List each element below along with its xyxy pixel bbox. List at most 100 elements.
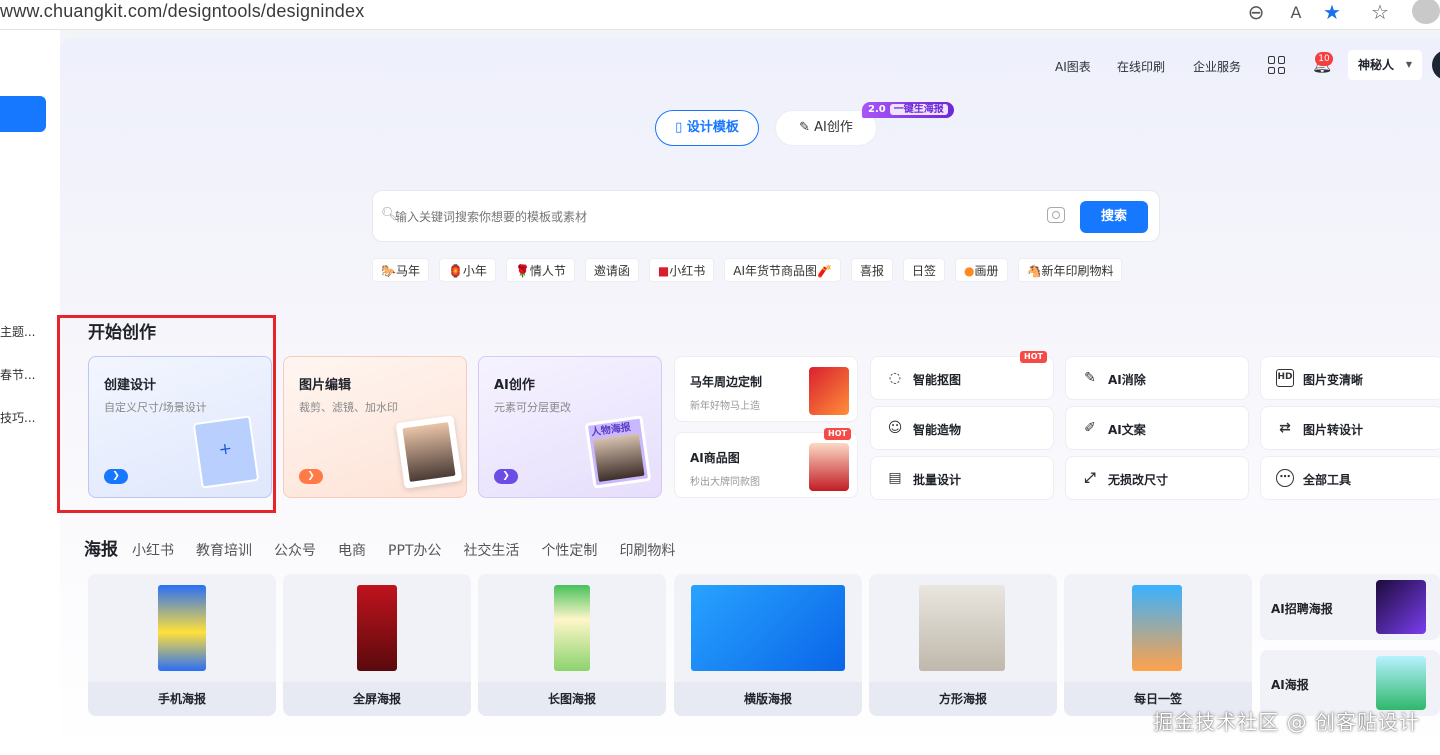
tab-xiaohongshu[interactable]: 小红书 (132, 540, 174, 560)
template-thumbnail (554, 585, 590, 671)
tab-print[interactable]: 印刷物料 (619, 540, 675, 560)
ai-version-badge: 2.0 一键生海报 (862, 102, 954, 118)
image-edit-card[interactable]: 图片编辑 裁剪、滤镜、加水印 ❯ (283, 356, 467, 498)
photo-thumbnail (395, 415, 463, 489)
tool-smart-cutout[interactable]: ◌ 智能抠图 HOT (870, 351, 1054, 400)
sidebar-item[interactable]: 春节... (0, 366, 35, 383)
tab-education[interactable]: 教育培训 (196, 540, 252, 560)
pen-icon: ✐ (1084, 420, 1096, 436)
batch-icon: ▤ (888, 470, 902, 486)
card-title: 马年周边定制 (690, 375, 763, 389)
tab-label: 设计模板 (686, 120, 739, 135)
tool-batch-design[interactable]: ▤ 批量设计 (870, 456, 1054, 500)
nav-online-print[interactable]: 在线印刷 (1117, 58, 1165, 75)
template-card[interactable]: 横版海报 (674, 574, 862, 716)
apps-grid-icon[interactable] (1268, 56, 1286, 74)
address-bar[interactable]: www.chuangkit.com/designtools/designinde… (0, 0, 364, 24)
card-title: 图片编辑 (299, 378, 352, 393)
left-sidebar: 主题... 春节... 技巧... (0, 30, 60, 755)
tool-ai-erase[interactable]: ✎ AI消除 (1065, 356, 1249, 400)
tag-item[interactable]: 🏮小年 (438, 258, 496, 282)
browser-profile-avatar[interactable] (1412, 0, 1440, 24)
hd-icon: HD (1276, 369, 1294, 387)
balloon-icon: ● (964, 264, 975, 278)
eraser-icon: ✎ (1084, 370, 1096, 386)
arrow-right-icon[interactable]: ❯ (494, 469, 518, 484)
tab-design-template[interactable]: ▯ 设计模板 (655, 110, 759, 146)
tab-custom[interactable]: 个性定制 (541, 540, 597, 560)
image-search-camera-icon[interactable] (1047, 207, 1065, 223)
tab-wechat[interactable]: 公众号 (274, 540, 316, 560)
template-label: 横版海报 (674, 682, 862, 716)
card-title: 创建设计 (104, 378, 157, 393)
more-icon: ⋯ (1276, 469, 1294, 487)
tool-all-tools[interactable]: ⋯ 全部工具 (1260, 456, 1440, 500)
ai-pen-icon: ✎ (799, 120, 811, 135)
search-button[interactable]: 搜索 (1080, 201, 1148, 233)
template-thumbnail (357, 585, 397, 671)
favorites-list-icon[interactable]: ☆ (1368, 0, 1392, 24)
tool-resize[interactable]: ⤢ 无损改尺寸 (1065, 456, 1249, 500)
tab-ppt[interactable]: PPT办公 (388, 540, 441, 560)
template-card[interactable]: 每日一签 (1064, 574, 1252, 716)
zoom-out-icon[interactable]: ⊖ (1244, 0, 1268, 24)
template-thumbnail (158, 585, 206, 671)
template-label: 方形海报 (869, 682, 1057, 716)
user-menu[interactable]: 神秘人 ▼ (1348, 50, 1422, 80)
resize-icon: ⤢ (1084, 470, 1096, 486)
portrait-poster-thumbnail: 人物海报 (584, 415, 652, 489)
template-card[interactable]: 长图海报 (478, 574, 666, 716)
tool-image-enhance[interactable]: HD 图片变清晰 (1260, 356, 1440, 400)
horse-icon: 🐎 (381, 264, 396, 278)
hot-tags: 🐎马年 🏮小年 🌹情人节 邀请函 ■小红书 AI年货节商品图🧨 喜报 日签 ●画… (372, 258, 1123, 282)
tag-item[interactable]: AI年货节商品图🧨 (724, 258, 841, 282)
tab-poster[interactable]: 海报 (84, 535, 118, 560)
arrow-right-icon[interactable]: ❯ (104, 469, 128, 484)
template-card[interactable]: 方形海报 (869, 574, 1057, 716)
tab-social[interactable]: 社交生活 (463, 540, 519, 560)
ai-create-card[interactable]: AI创作 元素可分层更改 人物海报 ❯ (478, 356, 662, 498)
arrow-right-icon[interactable]: ❯ (299, 469, 323, 484)
ai-recruit-poster-card[interactable]: AI招聘海报 (1260, 574, 1440, 640)
template-thumbnail (1132, 585, 1182, 671)
tag-item[interactable]: ●画册 (955, 258, 1008, 282)
tool-smart-create[interactable]: ☺ 智能造物 (870, 406, 1054, 450)
card-subtitle: 新年好物马上造 (690, 401, 760, 412)
template-card[interactable]: 手机海报 (88, 574, 276, 716)
sidebar-item[interactable]: 技巧... (0, 409, 35, 426)
blank-canvas-icon: + (192, 415, 260, 489)
tool-ai-copywriting[interactable]: ✐ AI文案 (1065, 406, 1249, 450)
cutout-icon: ◌ (888, 370, 902, 386)
favorite-star-icon[interactable]: ★ (1320, 0, 1344, 24)
tag-item[interactable]: 日签 (903, 258, 946, 282)
xiaohongshu-icon: ■ (657, 264, 670, 278)
horse-merch-card[interactable]: 马年周边定制 新年好物马上造 (674, 356, 858, 422)
sidebar-item[interactable]: 主题... (0, 323, 35, 340)
tag-item[interactable]: 喜报 (850, 258, 893, 282)
search-input[interactable] (395, 206, 1035, 228)
tab-ecommerce[interactable]: 电商 (338, 540, 366, 560)
badge-version: 2.0 (868, 104, 886, 115)
template-label: 全屏海报 (283, 682, 471, 716)
nav-ai-chart[interactable]: AI图表 (1055, 58, 1091, 75)
tool-image-to-design[interactable]: ⇄ 图片转设计 (1260, 406, 1440, 450)
tag-item[interactable]: 邀请函 (584, 258, 639, 282)
tag-item[interactable]: 🐴新年印刷物料 (1017, 258, 1123, 282)
smile-icon: ☺ (887, 420, 903, 436)
ai-product-image-card[interactable]: AI商品图 秒出大牌同款图 HOT (674, 428, 858, 498)
category-tabs: 海报 小红书 教育培训 公众号 电商 PPT办公 社交生活 个性定制 印刷物料 (84, 535, 697, 560)
card-title: AI招聘海报 (1271, 602, 1333, 616)
read-aloud-icon[interactable]: A (1284, 0, 1308, 24)
tag-item[interactable]: ■小红书 (648, 258, 715, 282)
merch-thumbnail (809, 367, 849, 415)
create-design-card[interactable]: 创建设计 自定义尺寸/场景设计 + ❯ (88, 356, 272, 498)
tag-item[interactable]: 🌹情人节 (505, 258, 575, 282)
sidebar-active-item[interactable] (0, 96, 46, 132)
nav-enterprise[interactable]: 企业服务 (1193, 58, 1241, 75)
card-title: AI海报 (1271, 678, 1309, 692)
template-card[interactable]: 全屏海报 (283, 574, 471, 716)
template-thumbnail (919, 585, 1005, 671)
tag-item[interactable]: 🐎马年 (372, 258, 429, 282)
template-thumbnail (691, 585, 845, 671)
card-subtitle: 秒出大牌同款图 (690, 477, 760, 488)
